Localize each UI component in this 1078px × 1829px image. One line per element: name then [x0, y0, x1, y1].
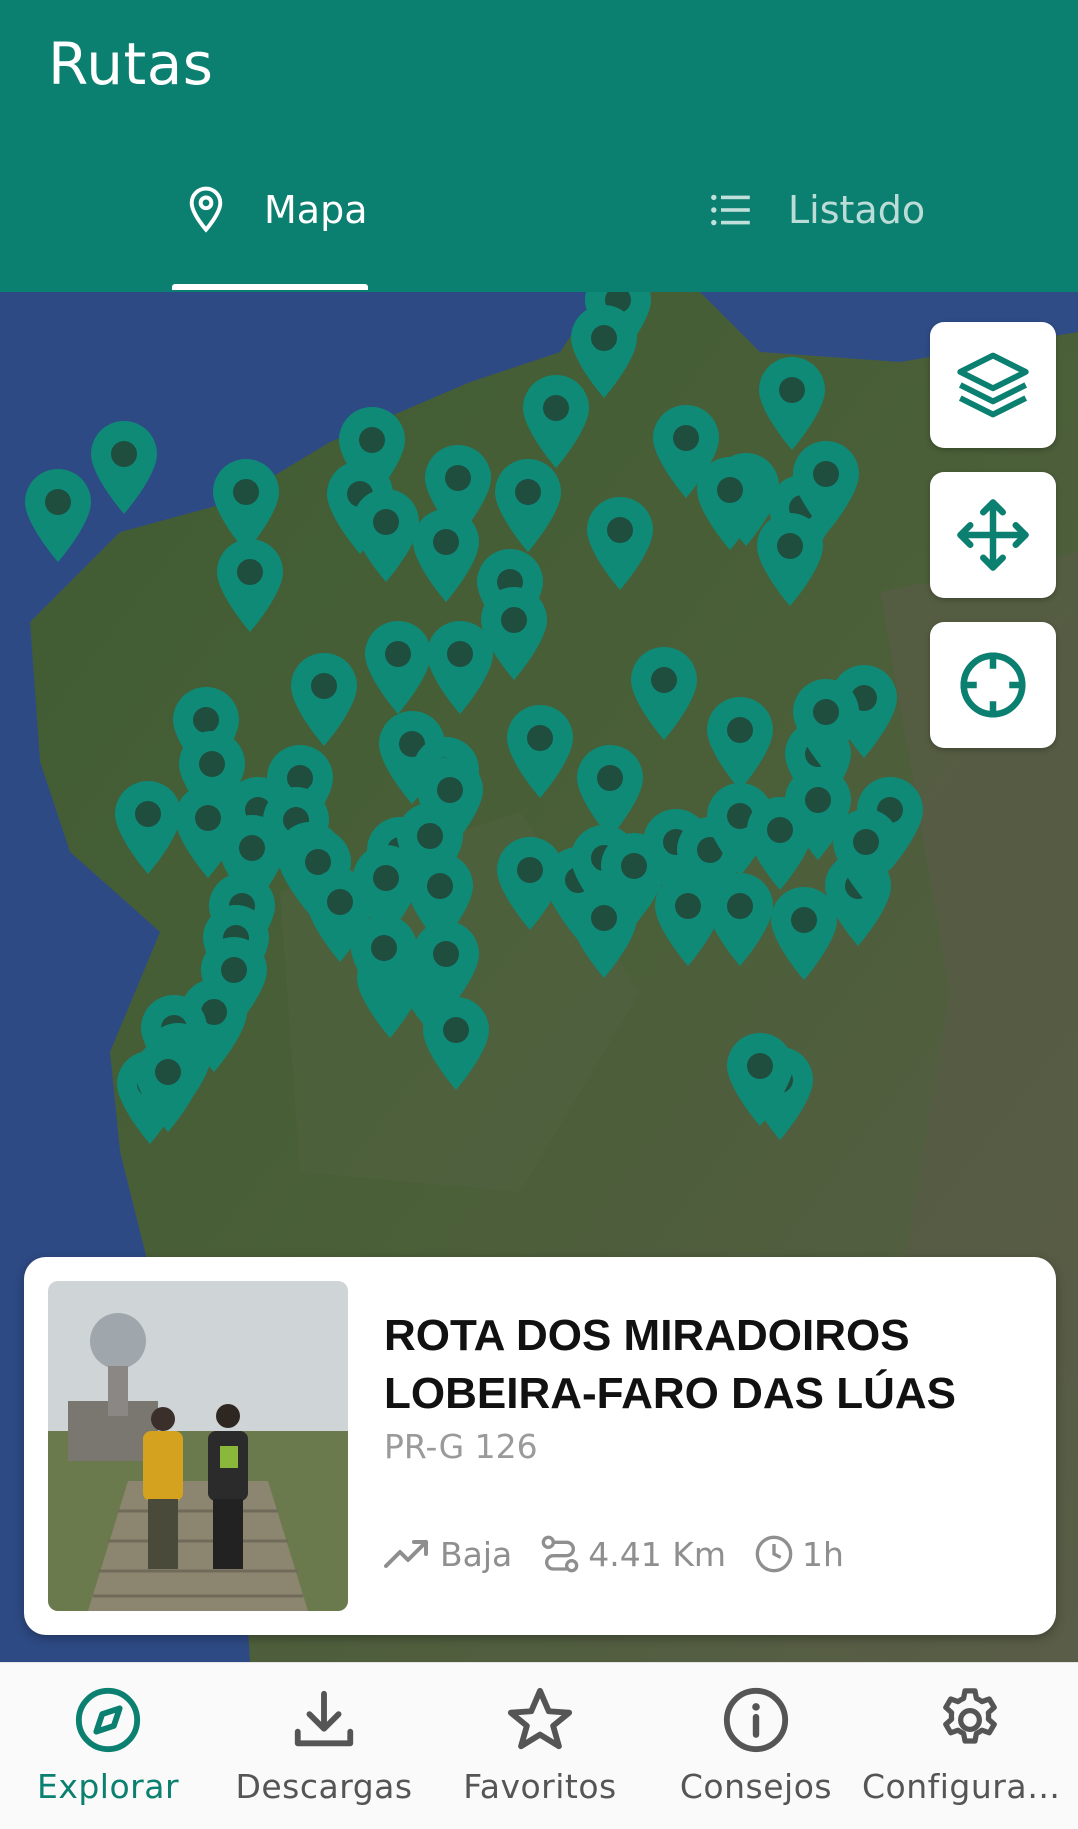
route-code: PR-G 126 [384, 1427, 538, 1466]
route-marker-pin[interactable] [705, 870, 775, 968]
route-marker-pin[interactable] [411, 506, 481, 604]
list-icon [711, 194, 750, 226]
duration-value: 1h [802, 1534, 844, 1574]
locate-button[interactable] [930, 622, 1056, 748]
route-marker-pin[interactable] [705, 694, 775, 792]
download-icon [294, 1690, 354, 1747]
route-marker-pin[interactable] [505, 702, 575, 800]
distance-value: 4.41 Km [588, 1534, 727, 1574]
route-marker-pin[interactable] [831, 806, 901, 904]
nav-label: Favoritos [463, 1767, 617, 1806]
star-icon [507, 1687, 573, 1750]
route-photo [48, 1281, 348, 1611]
app-bar: Rutas Mapa Listado [0, 0, 1078, 292]
trending-up-icon [384, 1540, 428, 1568]
nav-consejos[interactable]: Consejos [648, 1663, 864, 1829]
route-marker-pin[interactable] [629, 644, 699, 742]
info-icon [723, 1687, 789, 1753]
app-title: Rutas [48, 30, 214, 98]
distance-stat: 4.41 Km [540, 1534, 726, 1574]
layers-icon [957, 352, 1029, 418]
nav-label: Explorar [36, 1767, 180, 1806]
tab-list[interactable]: Listado [708, 180, 925, 240]
nav-favoritos[interactable]: Favoritos [432, 1663, 648, 1829]
crosshair-icon [960, 652, 1026, 718]
difficulty-value: Baja [440, 1534, 513, 1574]
move-icon [957, 499, 1029, 571]
route-card[interactable]: ROTA DOS MIRADOIROS LOBEIRA-FARO DAS LÚA… [24, 1257, 1056, 1635]
duration-stat: 1h [754, 1534, 844, 1574]
compass-icon [75, 1687, 141, 1753]
route-marker-pin[interactable] [349, 912, 419, 1010]
gear-icon [943, 1688, 997, 1744]
tab-map[interactable]: Mapa [184, 180, 367, 240]
difficulty-stat: Baja [384, 1535, 512, 1574]
route-marker-pin[interactable] [289, 650, 359, 748]
route-marker-pin[interactable] [133, 1036, 203, 1134]
pan-button[interactable] [930, 472, 1056, 598]
route-marker-pin[interactable] [585, 494, 655, 592]
route-marker-pin[interactable] [89, 418, 159, 516]
tab-list-label: Listado [788, 188, 926, 232]
tab-indicator [172, 284, 368, 290]
route-marker-pin[interactable] [755, 510, 825, 608]
nav-label: Consejos [679, 1767, 833, 1806]
route-marker-pin[interactable] [425, 618, 495, 716]
tab-map-label: Mapa [264, 188, 368, 232]
route-marker-pin[interactable] [23, 466, 93, 564]
route-stats: Baja 4.41 Km 1h [384, 1529, 872, 1579]
nav-configuracion[interactable]: Configurac… [862, 1663, 1078, 1829]
route-marker-pin[interactable] [569, 882, 639, 980]
nav-label: Configurac… [862, 1767, 1078, 1806]
route-marker-pin[interactable] [363, 618, 433, 716]
nav-label: Descargas [235, 1767, 413, 1806]
layers-button[interactable] [930, 322, 1056, 448]
route-marker-pin[interactable] [421, 994, 491, 1092]
route-marker-pin[interactable] [215, 536, 285, 634]
route-marker-pin[interactable] [495, 834, 565, 932]
bottom-nav: Explorar Descargas Favoritos Consejos Co… [0, 1662, 1078, 1829]
clock-icon [755, 1535, 793, 1573]
nav-explorar[interactable]: Explorar [0, 1663, 216, 1829]
map-pin-icon [189, 186, 223, 233]
route-title: ROTA DOS MIRADOIROS LOBEIRA-FARO DAS LÚA… [384, 1311, 956, 1418]
route-marker-pin[interactable] [493, 456, 563, 554]
route-marker-pin[interactable] [791, 676, 861, 774]
nav-descargas[interactable]: Descargas [216, 1663, 432, 1829]
route-icon [541, 1535, 579, 1573]
route-marker-pin[interactable] [725, 1030, 795, 1128]
